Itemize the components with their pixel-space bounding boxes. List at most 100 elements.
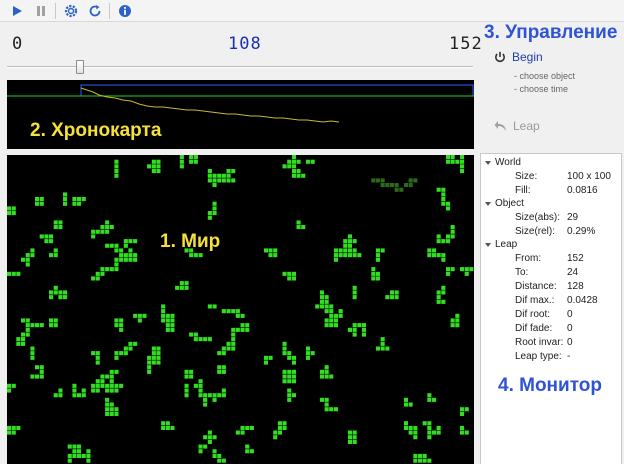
world-cell xyxy=(53,318,58,323)
world-cell xyxy=(427,425,432,430)
world-cell xyxy=(403,402,408,407)
world-cell xyxy=(198,393,203,398)
world-cell xyxy=(380,248,385,253)
play-button[interactable] xyxy=(8,2,26,20)
monitor-key: Distance: xyxy=(515,281,557,292)
refresh-button[interactable] xyxy=(86,2,104,20)
world-cell xyxy=(170,327,175,332)
world-cell xyxy=(352,285,357,290)
world-cell xyxy=(226,309,231,314)
world-cell xyxy=(95,276,100,281)
world-cell xyxy=(249,449,254,454)
world-cell xyxy=(91,276,96,281)
world-cell xyxy=(109,369,114,374)
world-cell xyxy=(450,267,455,272)
world-cell xyxy=(109,379,114,384)
world-cell xyxy=(422,453,427,458)
world-cell xyxy=(413,430,418,435)
world-cell xyxy=(296,173,301,178)
world-cell xyxy=(91,388,96,393)
monitor-group-leap[interactable]: Leap xyxy=(485,239,517,250)
world-cell xyxy=(119,253,124,258)
world-cell xyxy=(450,159,455,164)
world-cell xyxy=(249,425,254,430)
world-cell xyxy=(282,271,287,276)
begin-button[interactable]: Begin xyxy=(494,50,543,64)
world-cell xyxy=(319,374,324,379)
world-cell xyxy=(324,299,329,304)
world-cell xyxy=(184,369,189,374)
world-cell xyxy=(282,346,287,351)
world-label: 1. Мир xyxy=(160,231,221,252)
world-cell xyxy=(324,295,329,300)
world-cell xyxy=(114,248,119,253)
world-cell xyxy=(324,304,329,309)
world-cell xyxy=(282,341,287,346)
world-cell xyxy=(151,169,156,174)
world-cell xyxy=(291,159,296,164)
world-cell xyxy=(119,248,124,253)
refresh-icon xyxy=(89,5,101,17)
world-cell xyxy=(53,393,58,398)
hint-choose-time: - choose time xyxy=(514,84,569,94)
play-icon xyxy=(13,6,22,16)
monitor-value: 0 xyxy=(567,323,573,334)
chronomap-trace xyxy=(80,87,340,123)
world-cell xyxy=(184,388,189,393)
world-cell xyxy=(450,318,455,323)
world-grid[interactable]: 1. Мир xyxy=(7,155,474,464)
world-cell xyxy=(81,453,86,458)
selected-object-cell xyxy=(403,183,408,188)
world-cell xyxy=(105,383,110,388)
world-cell xyxy=(207,439,212,444)
world-cell xyxy=(282,421,287,426)
world-cell xyxy=(7,425,12,430)
world-cell xyxy=(119,318,124,323)
monitor-value: 0.0816 xyxy=(567,185,598,196)
world-cell xyxy=(53,285,58,290)
world-cell xyxy=(203,402,208,407)
monitor-label: 4. Монитор xyxy=(498,375,602,396)
settings-button[interactable] xyxy=(62,2,80,20)
world-cell xyxy=(16,337,21,342)
world-cell xyxy=(282,374,287,379)
world-cell xyxy=(291,374,296,379)
world-cell xyxy=(221,173,226,178)
world-cell xyxy=(450,155,455,160)
pause-button[interactable] xyxy=(32,2,50,20)
world-cell xyxy=(310,351,315,356)
world-cell xyxy=(427,397,432,402)
world-cell xyxy=(347,327,352,332)
world-cell xyxy=(352,323,357,328)
time-slider-thumb[interactable] xyxy=(76,60,84,74)
world-cell xyxy=(161,313,166,318)
world-cell xyxy=(198,253,203,258)
monitor-key: To: xyxy=(515,267,529,278)
world-cell xyxy=(394,295,399,300)
world-cell xyxy=(380,346,385,351)
leap-button[interactable]: Leap xyxy=(494,119,540,133)
world-cell xyxy=(105,374,110,379)
world-cell xyxy=(389,290,394,295)
monitor-group-world[interactable]: World xyxy=(485,157,521,168)
world-cell xyxy=(30,346,35,351)
world-cell xyxy=(95,229,100,234)
world-cell xyxy=(189,253,194,258)
world-cell xyxy=(119,351,124,356)
world-cell xyxy=(413,435,418,440)
world-cell xyxy=(460,425,465,430)
world-cell xyxy=(95,351,100,356)
world-cell xyxy=(403,421,408,426)
world-cell xyxy=(25,323,30,328)
world-cell xyxy=(413,453,418,458)
world-cell xyxy=(455,313,460,318)
info-icon xyxy=(119,5,131,17)
world-cell xyxy=(179,164,184,169)
world-cell xyxy=(291,393,296,398)
world-cell xyxy=(333,253,338,258)
info-button[interactable] xyxy=(116,2,134,20)
chronomap[interactable]: 2. Хронокарта xyxy=(7,80,474,149)
world-cell xyxy=(310,159,315,164)
world-cell xyxy=(436,425,441,430)
monitor-group-object[interactable]: Object xyxy=(485,198,524,209)
